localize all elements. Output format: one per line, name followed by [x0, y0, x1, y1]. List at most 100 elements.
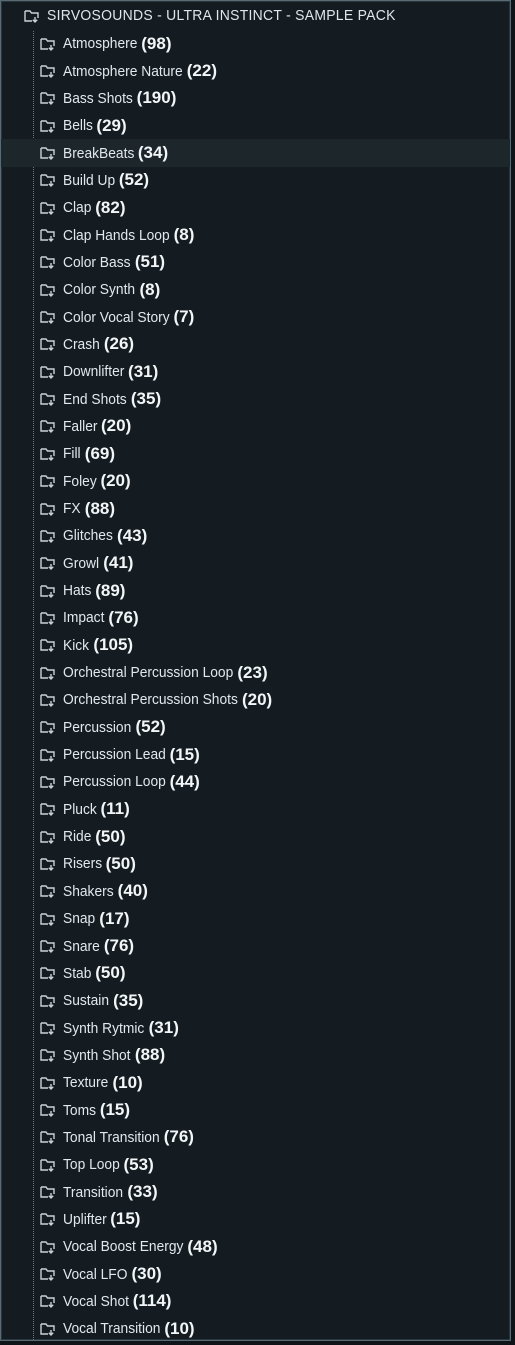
folder-item[interactable]: Risers (50): [1, 850, 510, 877]
folder-arrow-icon: [39, 911, 57, 927]
folder-name: Texture: [63, 1074, 109, 1092]
folder-item[interactable]: FX (88): [1, 495, 510, 522]
folder-count: (50): [95, 963, 126, 983]
folder-arrow-icon: [39, 336, 57, 352]
folder-item[interactable]: Vocal LFO (30): [1, 1260, 510, 1287]
folder-count: (76): [108, 607, 139, 627]
folder-name: Sustain: [63, 992, 110, 1010]
folder-item[interactable]: Color Bass (51): [1, 249, 510, 276]
folder-item[interactable]: Color Vocal Story (7): [1, 303, 510, 330]
folder-count: (23): [237, 662, 268, 682]
folder-item[interactable]: Build Up (52): [1, 167, 510, 194]
folder-item[interactable]: Top Loop (53): [1, 1151, 510, 1178]
folder-item[interactable]: Synth Shot (88): [1, 1042, 510, 1069]
folder-item[interactable]: Color Synth (8): [1, 276, 510, 303]
folder-item[interactable]: Bass Shots (190): [1, 85, 510, 112]
folder-name: Synth Rytmic: [63, 1019, 145, 1037]
folder-count: (88): [84, 498, 116, 518]
folder-arrow-icon: [39, 1129, 57, 1145]
folder-name: Atmosphere: [63, 35, 138, 53]
folder-arrow-icon: [39, 391, 57, 407]
folder-arrow-icon: [39, 555, 57, 571]
folder-item[interactable]: Stab (50): [1, 960, 510, 987]
folder-count: (20): [241, 689, 273, 709]
folder-item[interactable]: Tonal Transition (76): [1, 1124, 510, 1151]
folder-count: (22): [186, 61, 217, 81]
folder-name: Foley: [63, 472, 97, 490]
folder-item[interactable]: BreakBeats (34): [1, 139, 510, 167]
folder-item[interactable]: Uplifter (15): [1, 1206, 510, 1233]
folder-arrow-icon: [39, 829, 57, 845]
folder-item[interactable]: Percussion Lead (15): [1, 741, 510, 768]
folder-item[interactable]: Ride (50): [1, 823, 510, 850]
folder-arrow-icon: [39, 1293, 57, 1309]
folder-arrow-icon: [39, 446, 57, 462]
folder-item[interactable]: Toms (15): [1, 1096, 510, 1123]
folder-item[interactable]: Atmosphere (98): [1, 30, 510, 57]
folder-arrow-icon: [39, 883, 57, 899]
folder-item[interactable]: Kick (105): [1, 632, 510, 659]
folder-item[interactable]: Snare (76): [1, 932, 510, 959]
folder-arrow-icon: [39, 1157, 57, 1173]
folder-name: Snare: [63, 937, 100, 955]
folder-item[interactable]: End Shots (35): [1, 385, 510, 412]
root-folder[interactable]: SIRVOSOUNDS - ULTRA INSTINCT - SAMPLE PA…: [1, 1, 510, 31]
folder-item[interactable]: Fill (69): [1, 440, 510, 467]
folder-item[interactable]: Impact (76): [1, 604, 510, 631]
folder-arrow-icon: [39, 1102, 57, 1118]
folder-name: Growl: [63, 554, 100, 572]
folder-item[interactable]: Percussion (52): [1, 714, 510, 741]
folder-item[interactable]: Glitches (43): [1, 522, 510, 549]
folder-item[interactable]: Clap (82): [1, 194, 510, 221]
folder-count: (89): [95, 580, 126, 600]
folder-name: Uplifter: [63, 1210, 107, 1228]
folder-item[interactable]: Snap (17): [1, 905, 510, 932]
folder-arrow-icon: [39, 1239, 57, 1255]
folder-arrow-icon: [39, 1184, 57, 1200]
folder-item[interactable]: Vocal Shot (114): [1, 1288, 510, 1315]
folder-item[interactable]: Growl (41): [1, 550, 510, 577]
folder-arrow-icon: [39, 145, 57, 161]
folder-item[interactable]: Bells (29): [1, 112, 510, 139]
folder-item[interactable]: Foley (20): [1, 468, 510, 495]
folder-arrow-icon: [39, 473, 57, 489]
folder-count: (50): [105, 853, 136, 873]
folder-count: (76): [163, 1127, 194, 1147]
folder-arrow-icon: [39, 610, 57, 626]
folder-item[interactable]: Orchestral Percussion Shots (20): [1, 686, 510, 713]
folder-count: (7): [173, 307, 195, 327]
folder-arrow-icon: [39, 36, 57, 52]
folder-count: (30): [131, 1264, 162, 1284]
folder-item[interactable]: Synth Rytmic (31): [1, 1014, 510, 1041]
folder-item[interactable]: Downlifter (31): [1, 358, 510, 385]
folder-count: (88): [134, 1045, 166, 1065]
folder-item[interactable]: Crash (26): [1, 331, 510, 358]
folder-item[interactable]: Texture (10): [1, 1069, 510, 1096]
folder-count: (34): [137, 143, 169, 163]
folder-name: BreakBeats: [63, 144, 135, 162]
folder-item[interactable]: Vocal Boost Energy (48): [1, 1233, 510, 1260]
folder-name: Bells: [63, 117, 93, 135]
folder-item[interactable]: Hats (89): [1, 577, 510, 604]
folder-count: (98): [141, 33, 172, 53]
folder-item[interactable]: Pluck (11): [1, 796, 510, 823]
folder-item[interactable]: Atmosphere Nature (22): [1, 57, 510, 84]
folder-item[interactable]: Vocal Transition (10): [1, 1315, 510, 1340]
folder-name: Fill: [63, 445, 81, 463]
folder-arrow-icon: [39, 282, 57, 298]
folder-item[interactable]: Shakers (40): [1, 878, 510, 905]
folder-name: Pluck: [63, 800, 97, 818]
folder-item[interactable]: Transition (33): [1, 1178, 510, 1205]
folder-item[interactable]: Sustain (35): [1, 987, 510, 1014]
folder-item[interactable]: Faller (20): [1, 413, 510, 440]
folder-count: (26): [103, 334, 135, 354]
folder-item[interactable]: Orchestral Percussion Loop (23): [1, 659, 510, 686]
folder-item[interactable]: Clap Hands Loop (8): [1, 221, 510, 248]
folder-arrow-icon: [39, 692, 57, 708]
folder-name: Transition: [63, 1183, 124, 1201]
folder-count: (20): [100, 471, 131, 491]
folder-item[interactable]: Percussion Loop (44): [1, 768, 510, 795]
folder-count: (20): [101, 416, 132, 436]
folder-arrow-icon: [23, 8, 41, 24]
folder-count: (10): [112, 1072, 143, 1092]
